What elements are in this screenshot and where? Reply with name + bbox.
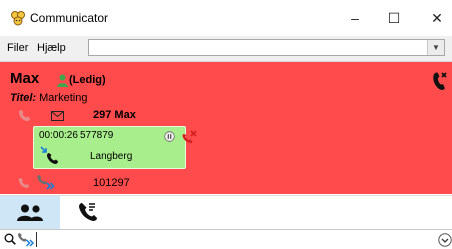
mail-icon[interactable] [51, 111, 64, 121]
contact-panel[interactable]: Max (Ledig) Titel: Marketing 297 Max 00:… [0, 62, 452, 194]
close-button[interactable]: ✕ [424, 8, 450, 28]
title-bar: Communicator – ☐ ✕ [0, 0, 452, 36]
tab-contacts[interactable] [0, 196, 60, 229]
communicator-window: Communicator – ☐ ✕ Filer Hjælp ▼ Max (Le… [0, 0, 452, 249]
search-icon [4, 233, 16, 245]
app-logo-icon [11, 11, 25, 26]
maximize-button[interactable]: ☐ [381, 8, 407, 28]
phone-icon[interactable] [18, 177, 30, 189]
extension-number: 297 Max [93, 109, 136, 121]
menu-bar: Filer Hjælp ▼ [0, 36, 452, 62]
chevron-down-circle-icon[interactable] [438, 233, 452, 247]
menu-help[interactable]: Hjælp [37, 42, 66, 54]
active-call-card[interactable]: 00:00:26 577879 Langberg [33, 126, 197, 169]
chevron-down-icon[interactable]: ▼ [427, 40, 444, 55]
pause-icon[interactable] [164, 131, 175, 142]
presence-status: (Ledig) [69, 74, 106, 86]
contact-name: Max [10, 70, 40, 87]
window-title: Communicator [30, 11, 109, 25]
menu-combobox[interactable]: ▼ [88, 39, 445, 56]
call-contact-name: Langberg [90, 151, 133, 162]
incoming-call-icon [40, 146, 58, 164]
minimize-button[interactable]: – [342, 8, 368, 28]
presence-person-icon [57, 74, 68, 87]
call-timer: 00:00:26 [39, 130, 78, 141]
menu-file[interactable]: Filer [7, 42, 28, 54]
call-number: 577879 [80, 130, 114, 141]
tab-bar [0, 195, 452, 229]
search-input[interactable] [36, 232, 440, 247]
hangup-phone-icon[interactable] [430, 71, 450, 91]
people-icon [17, 204, 43, 221]
title-label: Titel: [10, 92, 37, 104]
other-number: 101297 [93, 177, 130, 189]
title-value: Marketing [39, 92, 88, 104]
phone-icon[interactable] [18, 109, 31, 122]
hangup-icon[interactable] [182, 130, 197, 144]
call-forward-icon[interactable] [17, 232, 35, 247]
tab-calls[interactable] [60, 196, 120, 229]
search-bar [0, 229, 452, 249]
contact-title-row: Titel: Marketing [10, 92, 87, 104]
phone-icon [79, 203, 97, 221]
call-forward-icon[interactable] [36, 174, 56, 190]
